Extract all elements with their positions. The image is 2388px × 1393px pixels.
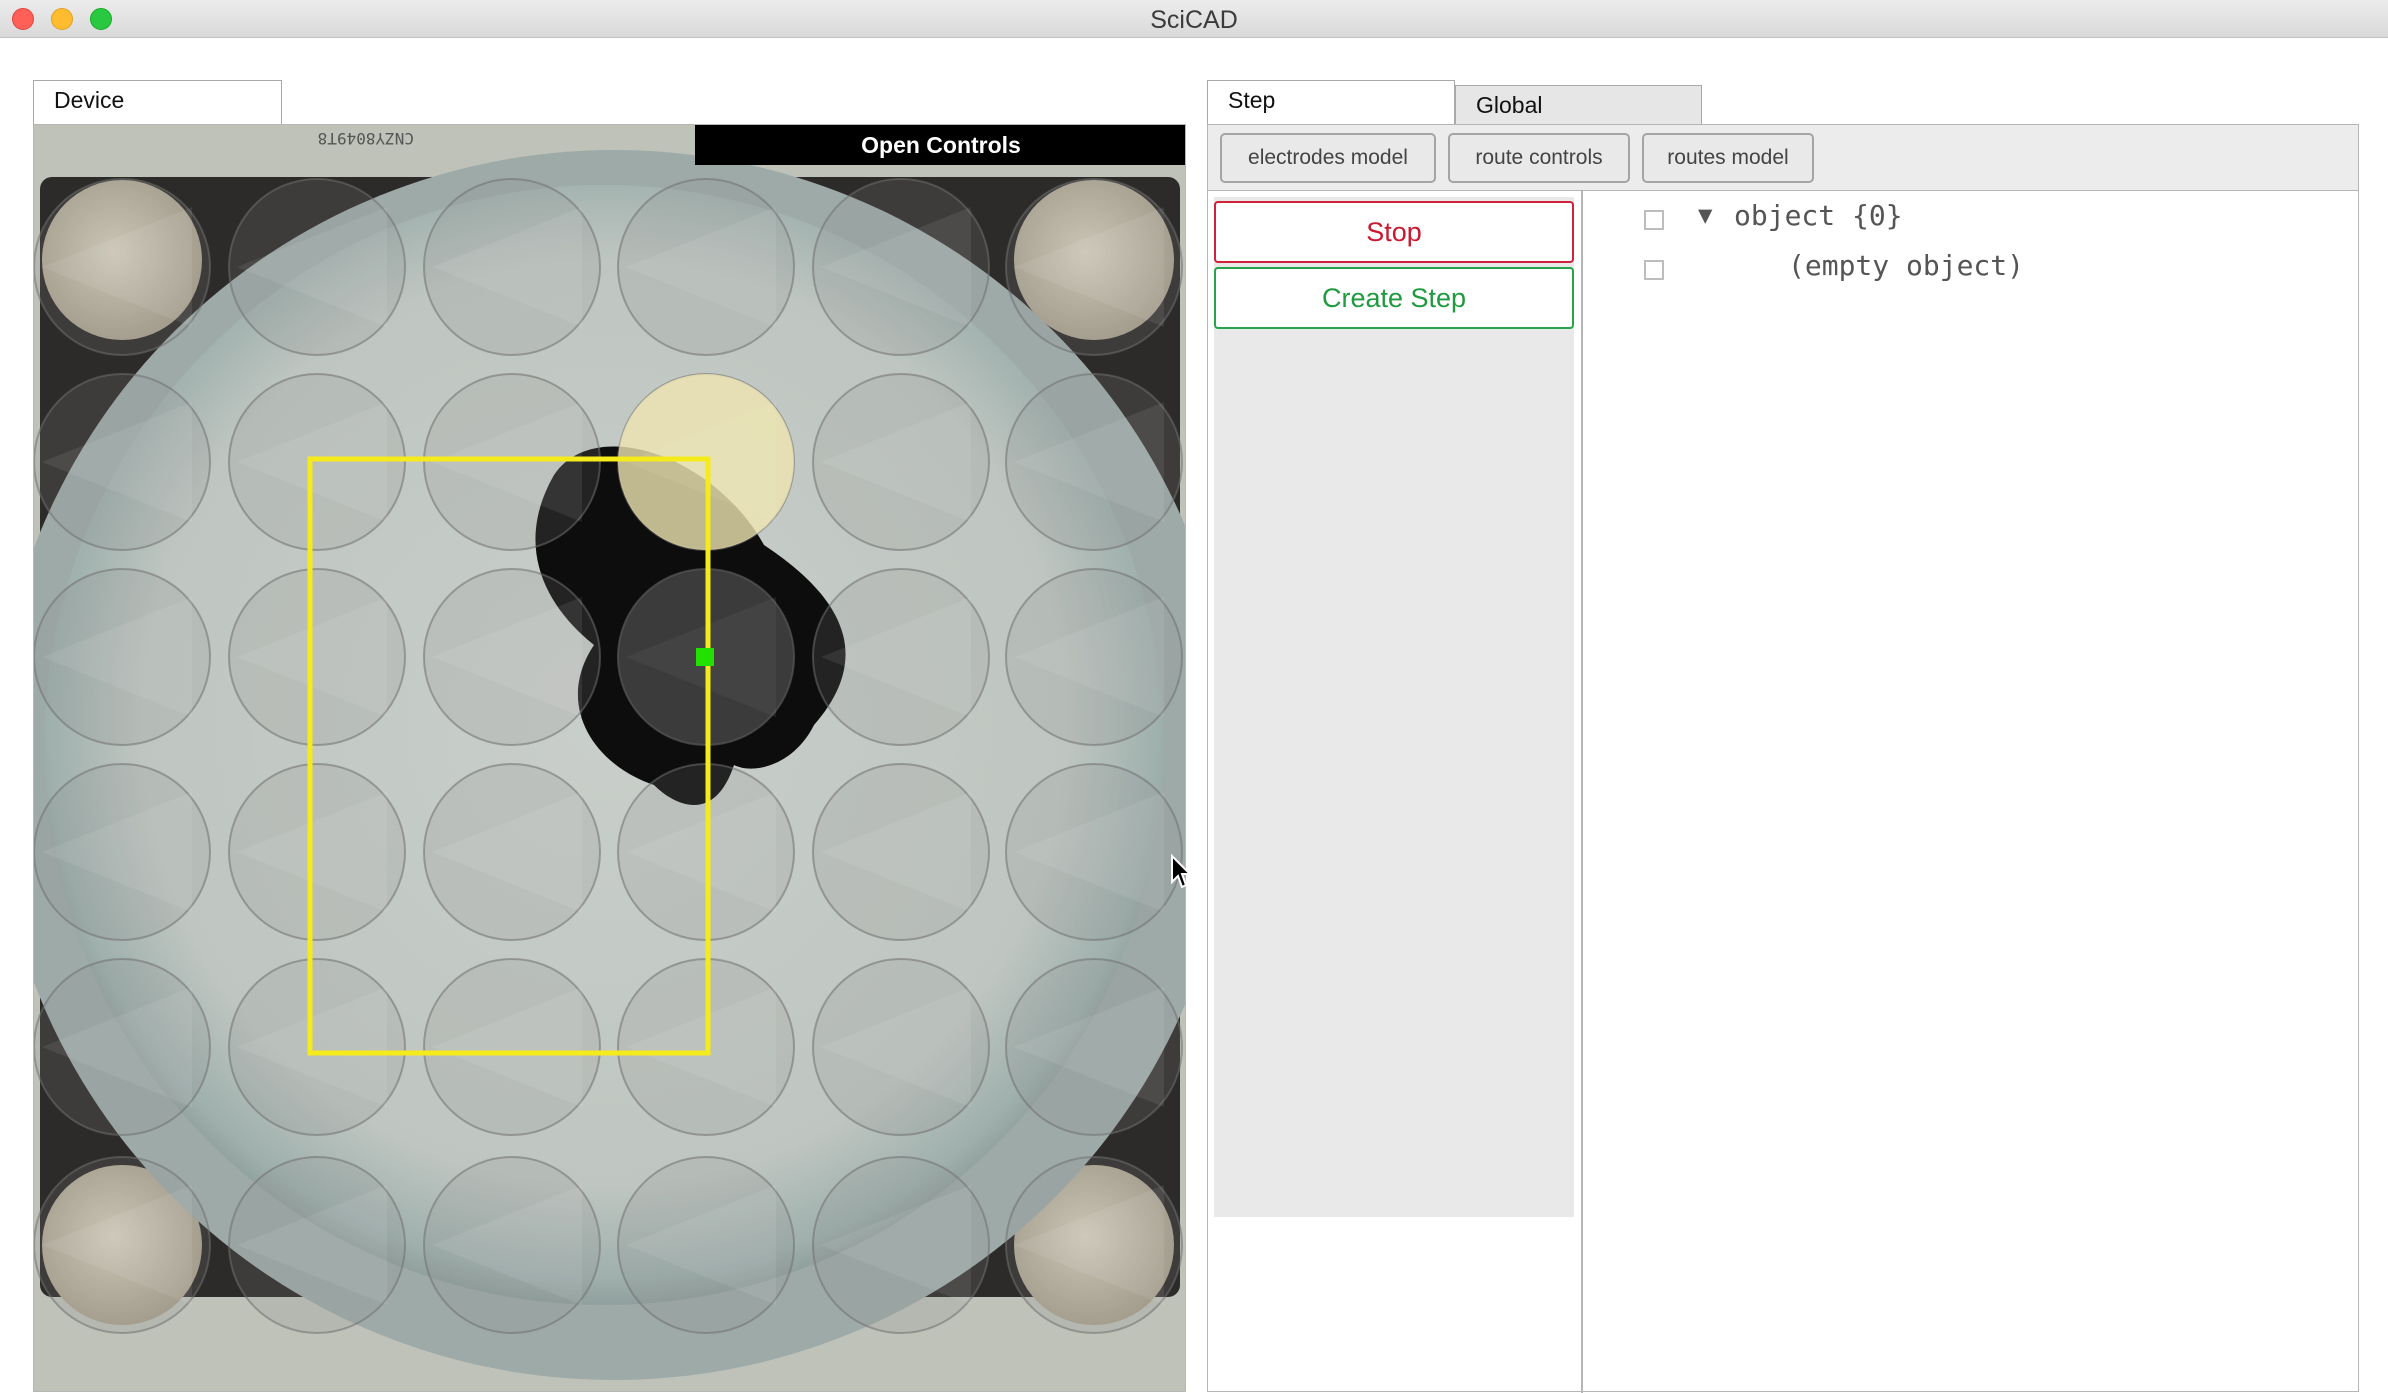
- stop-button[interactable]: Stop: [1214, 201, 1574, 263]
- chip-label: CNZY8049T8: [318, 129, 414, 148]
- open-controls-button[interactable]: Open Controls: [695, 125, 1185, 165]
- tab-device[interactable]: Device: [33, 80, 282, 125]
- device-canvas[interactable]: CNZY8049T8: [34, 125, 1186, 1392]
- routes-model-button[interactable]: routes model: [1642, 133, 1814, 183]
- expand-triangle-icon[interactable]: ▼: [1698, 201, 1712, 229]
- tree-root-label[interactable]: object {0}: [1734, 199, 1903, 232]
- route-handle[interactable]: [696, 648, 714, 666]
- create-step-button[interactable]: Create Step: [1214, 267, 1574, 329]
- panel-divider[interactable]: [1581, 191, 1583, 1393]
- window-title: SciCAD: [1150, 6, 1238, 34]
- electrodes-model-button[interactable]: electrodes model: [1220, 133, 1436, 183]
- tab-global[interactable]: Global: [1455, 85, 1702, 125]
- model-toolbar: electrodes model route controls routes m…: [1208, 125, 2358, 191]
- title-bar: SciCAD: [0, 0, 2388, 38]
- tree-root-checkbox[interactable]: [1644, 210, 1664, 230]
- tree-child-checkbox[interactable]: [1644, 260, 1664, 280]
- mouse-cursor-icon: [1171, 854, 1192, 889]
- device-view[interactable]: CNZY8049T8 Open Controls: [33, 124, 1186, 1392]
- route-controls-button[interactable]: route controls: [1448, 133, 1630, 183]
- tab-step[interactable]: Step: [1207, 80, 1455, 125]
- step-panel: electrodes model route controls routes m…: [1207, 124, 2359, 1393]
- step-list: Stop Create Step: [1214, 197, 1574, 1217]
- tree-child-label: (empty object): [1788, 249, 2025, 282]
